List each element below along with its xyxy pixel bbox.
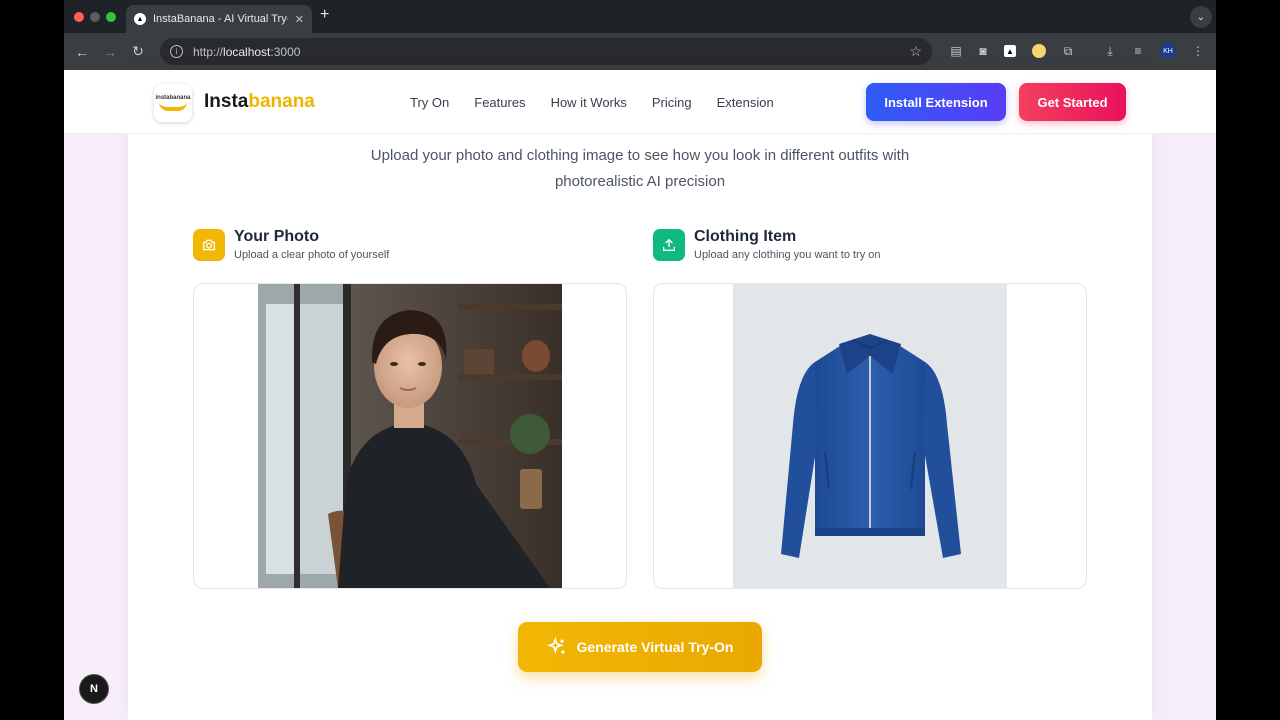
site-header: instabanana Instabanana Try On Features …	[64, 70, 1216, 134]
tab-close-icon[interactable]: ✕	[295, 13, 304, 26]
generate-label: Generate Virtual Try-On	[576, 639, 734, 655]
logo-text: instabanana	[155, 95, 191, 101]
reader-icon[interactable]: ▤	[948, 43, 964, 59]
bookmark-star-icon[interactable]: ☆	[909, 43, 922, 60]
media-queue-icon[interactable]: ≡	[1130, 43, 1146, 59]
browser-toolbar: ← → ↻ i http://localhost:3000 ☆ ▤ ◙ ▲ ⧉ …	[64, 33, 1216, 70]
nav-how-it-works[interactable]: How it Works	[551, 95, 627, 110]
tab-favicon-icon: ▲	[134, 13, 146, 25]
clothing-section-subtitle: Upload any clothing you want to try on	[694, 249, 881, 261]
tab-title: InstaBanana - AI Virtual Try-O	[153, 13, 288, 25]
nextjs-dev-badge[interactable]: N	[79, 674, 109, 704]
sparkles-icon	[546, 637, 565, 654]
minimize-window-button[interactable]	[90, 12, 100, 22]
upload-icon	[653, 229, 685, 261]
browser-menu-icon[interactable]: ⋮	[1190, 43, 1206, 59]
extension-a-icon[interactable]: ▲	[1004, 45, 1016, 57]
camera-icon	[193, 229, 225, 261]
page-viewport: instabanana Instabanana Try On Features …	[64, 70, 1216, 720]
banana-smile-icon	[159, 102, 187, 111]
logo[interactable]: instabanana	[154, 84, 192, 122]
get-started-button[interactable]: Get Started	[1019, 83, 1126, 121]
nav-pricing[interactable]: Pricing	[652, 95, 692, 110]
tab-search-chevron-icon[interactable]: ⌄	[1190, 6, 1212, 28]
person-photo	[258, 284, 562, 588]
site-info-icon[interactable]: i	[170, 45, 183, 58]
hero-subtitle: Upload your photo and clothing image to …	[370, 147, 910, 190]
back-arrow-icon[interactable]: ←	[68, 44, 96, 60]
nav-extension[interactable]: Extension	[717, 95, 774, 110]
screenshot-camera-icon[interactable]: ◙	[975, 43, 991, 59]
puzzle-extensions-icon[interactable]: ⧉	[1060, 43, 1076, 59]
address-bar[interactable]: i http://localhost:3000 ☆	[160, 38, 932, 65]
brand-name[interactable]: Instabanana	[204, 91, 315, 113]
photo-section-subtitle: Upload a clear photo of yourself	[234, 249, 390, 261]
nav-try-on[interactable]: Try On	[410, 95, 449, 110]
clothing-section-title: Clothing Item	[694, 228, 797, 245]
main-nav: Try On Features How it Works Pricing Ext…	[410, 95, 799, 110]
install-extension-button[interactable]: Install Extension	[866, 83, 1006, 121]
photo-upload-area[interactable]	[193, 283, 627, 589]
maximize-window-button[interactable]	[106, 12, 116, 22]
nav-features[interactable]: Features	[474, 95, 525, 110]
jacket-photo	[733, 284, 1007, 588]
photo-section-title: Your Photo	[234, 228, 320, 245]
reload-icon[interactable]: ↻	[124, 43, 152, 60]
profile-avatar[interactable]: KH	[1160, 43, 1176, 59]
new-tab-icon[interactable]: +	[320, 6, 329, 24]
forward-arrow-icon[interactable]: →	[96, 44, 124, 60]
clothing-upload-area[interactable]	[653, 283, 1087, 589]
extension-smile-icon[interactable]	[1032, 44, 1046, 58]
browser-window: ▲ InstaBanana - AI Virtual Try-O ✕ + ⌄ ←…	[64, 0, 1216, 720]
generate-try-on-button[interactable]: Generate Virtual Try-On	[518, 622, 762, 672]
close-window-button[interactable]	[74, 12, 84, 22]
url-text: http://localhost:3000	[193, 44, 301, 59]
download-icon[interactable]: ⤓	[1102, 43, 1118, 59]
browser-tab[interactable]: ▲ InstaBanana - AI Virtual Try-O ✕	[126, 5, 312, 33]
tab-bar: ▲ InstaBanana - AI Virtual Try-O ✕ + ⌄	[64, 0, 1216, 33]
